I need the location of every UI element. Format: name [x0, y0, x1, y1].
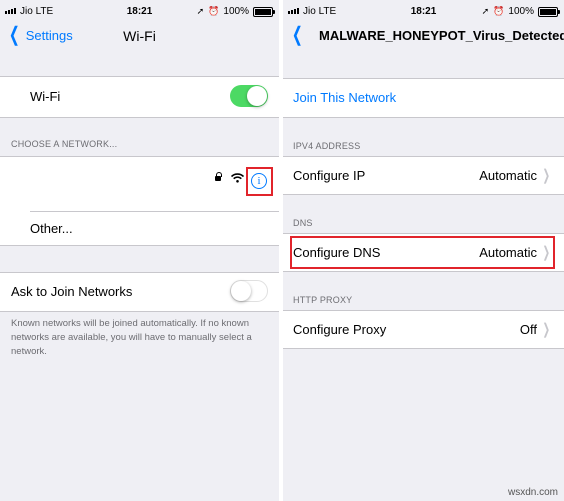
nav-bar: ❮ Settings Wi-Fi	[0, 24, 279, 50]
wifi-signal-icon	[231, 173, 244, 183]
http-proxy-header: HTTP PROXY	[293, 295, 353, 305]
network-list: i Other...	[0, 156, 279, 246]
dns-header: DNS	[293, 218, 313, 228]
battery-icon	[253, 6, 275, 17]
configure-ip-row[interactable]: Configure IP Automatic ❯	[283, 156, 564, 195]
status-bar: Jio LTE 18:21 ➚ ⏰ 100%	[0, 0, 279, 24]
ask-to-join-row: Ask to Join Networks	[0, 272, 279, 312]
battery-icon	[538, 6, 560, 17]
configure-proxy-value: Off	[519, 322, 537, 337]
lock-shackle	[216, 172, 222, 177]
status-bar: Jio LTE 18:21 ➚ ⏰ 100%	[283, 0, 564, 24]
wifi-settings-screen: Jio LTE 18:21 ➚ ⏰ 100% ❮ Settings Wi-Fi …	[0, 0, 279, 501]
ask-to-join-footer: Known networks will be joined automatica…	[11, 318, 252, 357]
ask-to-join-toggle[interactable]	[230, 280, 268, 302]
divider	[30, 211, 279, 212]
chevron-right-icon: ❯	[542, 321, 551, 338]
page-title: Wi-Fi	[123, 28, 156, 44]
choose-network-header: CHOOSE A NETWORK...	[11, 139, 118, 149]
chevron-right-icon: ❯	[542, 167, 551, 184]
network-row[interactable]: i	[0, 157, 279, 211]
join-network-row: Join This Network	[283, 78, 564, 118]
configure-proxy-row[interactable]: Configure Proxy Off ❯	[283, 310, 564, 349]
network-detail-screen: Jio LTE 18:21 ➚ ⏰ 100% ❮ MALWARE_HONEYPO…	[283, 0, 564, 501]
alarm-icon: ⏰	[493, 6, 505, 16]
configure-ip-value: Automatic	[479, 168, 537, 183]
watermark: wsxdn.com	[507, 487, 558, 498]
info-highlight-box	[246, 167, 273, 196]
battery-percent: 100%	[508, 6, 534, 17]
location-icon: ➚	[196, 6, 205, 16]
back-button[interactable]: ❮	[289, 24, 306, 46]
chevron-left-icon: ❮	[291, 24, 303, 46]
battery-percent: 100%	[223, 6, 249, 17]
network-other[interactable]: Other...	[30, 221, 279, 236]
location-icon: ➚	[481, 6, 490, 16]
wifi-toggle-row: Wi-Fi	[0, 76, 279, 118]
nav-bar: ❮ MALWARE_HONEYPOT_Virus_Detected	[283, 24, 564, 50]
dns-highlight-box	[290, 236, 555, 269]
join-network-button[interactable]: Join This Network	[293, 90, 564, 105]
page-title: MALWARE_HONEYPOT_Virus_Detected	[319, 28, 564, 43]
wifi-toggle[interactable]	[230, 85, 268, 107]
ipv4-header: IPV4 ADDRESS	[293, 141, 361, 151]
alarm-icon: ⏰	[208, 6, 220, 16]
